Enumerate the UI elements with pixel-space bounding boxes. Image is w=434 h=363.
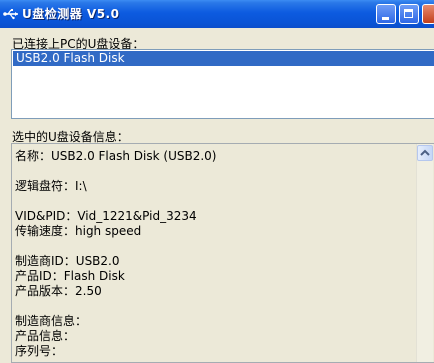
info-drive-letter: 逻辑盘符：I:\: [15, 179, 87, 193]
maximize-icon: [404, 9, 413, 18]
maximize-button[interactable]: [399, 4, 419, 24]
device-list[interactable]: USB2.0 Flash Disk: [11, 49, 434, 119]
info-name: 名称：USB2.0 Flash Disk (USB2.0): [15, 149, 217, 163]
info-product-version: 产品版本：2.50: [15, 284, 102, 298]
info-transfer-speed: 传输速度：high speed: [15, 224, 142, 238]
title-bar[interactable]: U盘检测器 V5.0: [0, 0, 434, 28]
close-button[interactable]: [422, 4, 434, 24]
chevron-up-icon: [420, 149, 430, 156]
minimize-icon: [382, 17, 389, 20]
device-info-box[interactable]: 名称：USB2.0 Flash Disk (USB2.0) 逻辑盘符：I:\ V…: [11, 143, 434, 363]
vertical-scrollbar[interactable]: [416, 144, 433, 362]
minimize-button[interactable]: [376, 4, 396, 24]
window-title: U盘检测器 V5.0: [22, 7, 120, 21]
scroll-up-button[interactable]: [417, 145, 433, 161]
device-list-item[interactable]: USB2.0 Flash Disk: [13, 51, 434, 66]
info-serial-number: 序列号：: [15, 344, 64, 358]
usb-icon: [3, 9, 18, 20]
